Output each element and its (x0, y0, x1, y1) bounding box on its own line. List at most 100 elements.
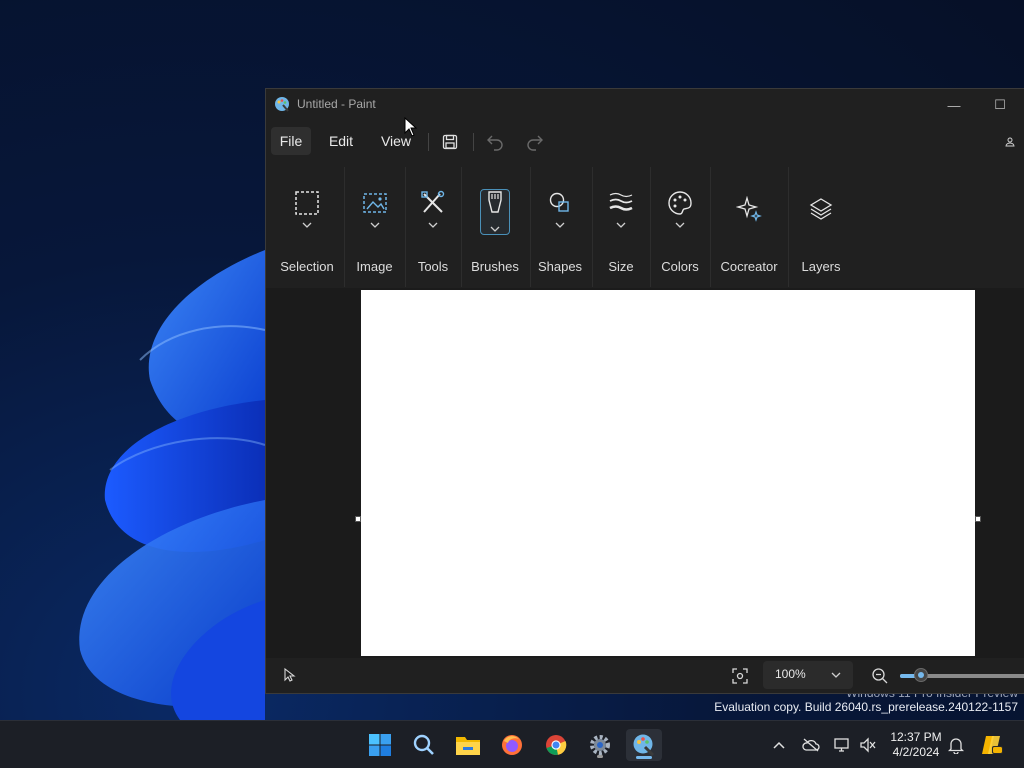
canvas-resize-handle-left[interactable] (355, 516, 361, 522)
zoom-level-value: 100% (775, 667, 806, 681)
tray-copilot[interactable] (980, 735, 1004, 755)
shapes-icon (549, 192, 569, 212)
zoom-level-dropdown[interactable]: 100% (763, 661, 853, 689)
running-indicator (597, 755, 603, 758)
menu-divider-2 (473, 133, 474, 151)
paint-icon (633, 734, 655, 757)
active-app-indicator (636, 756, 652, 759)
watermark-line-2: Evaluation copy. Build 26040.rs_prerelea… (714, 700, 1018, 714)
ribbon-group-tools[interactable]: Tools (406, 163, 460, 287)
ribbon-label-tools: Tools (417, 259, 449, 274)
tray-network[interactable] (832, 735, 852, 755)
sparkle-icon (736, 196, 762, 222)
chevron-down-icon (555, 222, 565, 228)
taskbar-file-explorer[interactable] (450, 729, 486, 761)
save-button[interactable] (439, 131, 461, 153)
zoom-out-icon[interactable] (870, 666, 890, 686)
network-icon (834, 738, 849, 752)
clock-time: 12:37 PM (890, 730, 942, 744)
settings-icon (590, 735, 610, 755)
menu-bar: File Edit View (266, 122, 1024, 158)
ribbon-group-cocreator[interactable]: Cocreator (712, 163, 786, 287)
volume-muted-icon (860, 737, 876, 753)
chevron-down-icon (302, 222, 312, 228)
taskbar-clock[interactable]: 12:37 PM 4/2/2024 (886, 730, 946, 760)
ribbon-group-layers[interactable]: Layers (790, 163, 852, 287)
chrome-icon (546, 735, 567, 755)
ribbon-divider (344, 167, 345, 287)
redo-button[interactable] (524, 131, 546, 153)
chevron-down-icon (490, 226, 500, 232)
window-title: Untitled - Paint (297, 97, 376, 111)
chevron-down-icon (616, 222, 626, 228)
windows-start-icon (369, 734, 391, 756)
taskbar-chrome[interactable] (538, 729, 574, 761)
chevron-down-icon (831, 672, 841, 678)
ribbon-label-cocreator: Cocreator (720, 259, 778, 274)
selection-icon (295, 191, 319, 215)
minimize-button[interactable]: — (934, 93, 974, 117)
canvas-resize-handle-right[interactable] (975, 516, 981, 522)
drawing-canvas[interactable] (361, 290, 975, 656)
undo-button[interactable] (484, 131, 506, 153)
ribbon-group-colors[interactable]: Colors (652, 163, 708, 287)
undo-icon (487, 135, 503, 151)
chevron-up-icon (773, 741, 785, 749)
ribbon-divider (592, 167, 593, 287)
ribbon-group-selection[interactable]: Selection (272, 163, 342, 287)
redo-icon (527, 135, 543, 151)
menu-file[interactable]: File (271, 127, 311, 155)
taskbar-search-button[interactable] (406, 729, 442, 761)
taskbar-paint[interactable] (626, 729, 662, 761)
ribbon-label-size: Size (608, 259, 634, 274)
title-bar[interactable]: Untitled - Paint — ☐ (266, 89, 1024, 119)
tray-onedrive[interactable] (801, 735, 821, 755)
ribbon-group-shapes[interactable]: Shapes (532, 163, 588, 287)
maximize-icon: ☐ (994, 97, 1006, 112)
menu-edit[interactable]: Edit (321, 127, 361, 155)
maximize-button[interactable]: ☐ (980, 93, 1020, 117)
notifications-button[interactable] (946, 735, 966, 755)
file-explorer-icon (456, 737, 480, 755)
paint-app-icon (275, 97, 289, 112)
account-button[interactable] (999, 131, 1021, 153)
menu-divider (428, 133, 429, 151)
canvas-workspace (266, 288, 1024, 658)
ribbon-group-image[interactable]: Image (346, 163, 403, 287)
ribbon-label-brushes: Brushes (471, 259, 519, 274)
status-bar: 100% (266, 658, 1024, 693)
chevron-down-icon (675, 222, 685, 228)
ribbon-toolbar: Selection Image Tools Brushes Shapes Siz… (266, 163, 1024, 287)
fit-to-window-icon[interactable] (730, 666, 750, 686)
ribbon-divider (530, 167, 531, 287)
zoom-slider[interactable] (900, 668, 1024, 684)
chevron-down-icon (370, 222, 379, 228)
firefox-icon (502, 735, 522, 755)
taskbar-settings[interactable] (582, 729, 618, 761)
taskbar-firefox[interactable] (494, 729, 530, 761)
size-icon (609, 192, 633, 211)
zoom-slider-thumb[interactable] (914, 668, 928, 682)
pointer-position-icon (284, 667, 296, 682)
tray-volume[interactable] (858, 735, 878, 755)
tray-overflow-button[interactable] (769, 735, 789, 755)
image-icon (362, 193, 387, 213)
copilot-pre-icon (982, 736, 1003, 754)
ribbon-group-size[interactable]: Size (594, 163, 648, 287)
ribbon-label-image: Image (356, 259, 393, 274)
ribbon-group-brushes[interactable]: Brushes (462, 163, 528, 287)
ribbon-divider (788, 167, 789, 287)
ribbon-divider (650, 167, 651, 287)
palette-icon (668, 191, 692, 215)
bell-icon (948, 738, 964, 754)
ribbon-label-selection: Selection (280, 259, 334, 274)
brush-icon (488, 191, 502, 213)
paint-window: Untitled - Paint — ☐ File Edit View Sele… (265, 88, 1024, 694)
clock-date: 4/2/2024 (892, 745, 940, 759)
ribbon-label-layers: Layers (801, 259, 841, 274)
ribbon-label-shapes: Shapes (537, 259, 583, 274)
person-icon (1005, 137, 1015, 147)
chevron-down-icon (428, 222, 438, 228)
layers-icon (809, 198, 833, 220)
taskbar-start-button[interactable] (362, 729, 398, 761)
